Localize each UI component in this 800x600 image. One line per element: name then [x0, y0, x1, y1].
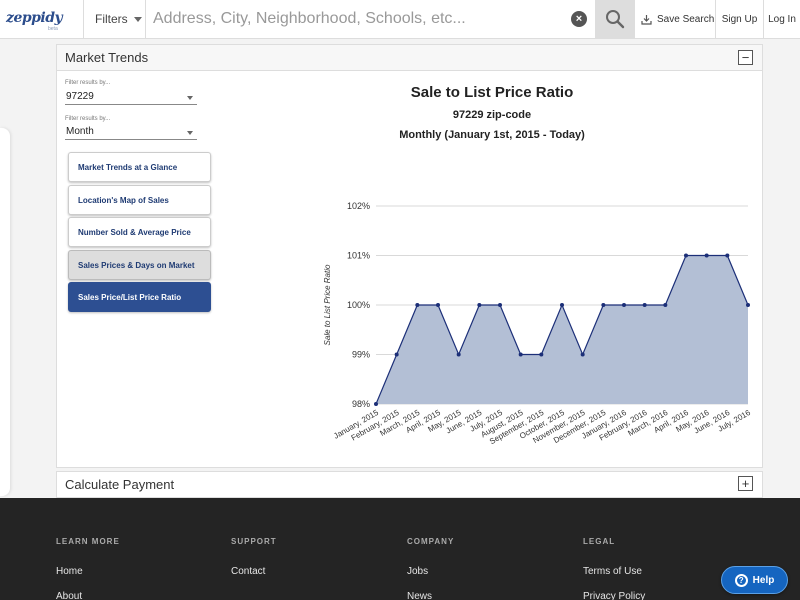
filter-period-value: Month	[66, 126, 94, 137]
footer-heading: LEARN MORE	[56, 537, 120, 546]
sign-up-button[interactable]: Sign Up	[715, 0, 763, 38]
footer-link-privacy[interactable]: Privacy Policy	[583, 591, 645, 600]
data-point	[746, 303, 750, 307]
market-trends-title: Market Trends	[65, 50, 149, 65]
data-point	[580, 352, 585, 357]
footer-link-home[interactable]: Home	[56, 566, 120, 577]
area-fill	[376, 255, 748, 404]
nav-number-sold[interactable]: Number Sold & Average Price	[68, 217, 211, 247]
price-ratio-chart: 98%99%100%101%102%January, 2015February,…	[323, 201, 752, 446]
logo-beta-tag: beta	[48, 26, 58, 32]
chart-subtitle: 97229 zip-code	[452, 109, 532, 121]
footer-link-jobs[interactable]: Jobs	[407, 566, 454, 577]
nav-sales-prices-days[interactable]: Sales Prices & Days on Market	[68, 250, 211, 280]
calculate-payment-panel[interactable]: Calculate Payment +	[56, 471, 763, 498]
market-trends-header[interactable]: Market Trends −	[57, 45, 762, 71]
save-search-label: Save Search	[657, 13, 715, 25]
log-in-button[interactable]: Log In	[763, 0, 800, 38]
data-point	[622, 303, 626, 307]
data-point	[415, 303, 420, 307]
footer-col-support: SUPPORT Contact	[231, 537, 277, 577]
data-point	[704, 253, 709, 258]
market-trends-panel: Market Trends − Filter results by... 972…	[56, 44, 763, 468]
nav-market-trends-glance[interactable]: Market Trends at a Glance	[68, 152, 211, 182]
footer-heading: COMPANY	[407, 537, 455, 546]
y-tick-label: 100%	[347, 300, 370, 310]
calculate-payment-title: Calculate Payment	[65, 477, 175, 492]
side-card-edge	[0, 128, 10, 496]
footer-link-news[interactable]: News	[407, 591, 454, 600]
filter-period-label: Filter results by...	[65, 116, 111, 122]
filters-dropdown[interactable]: Filters	[83, 0, 146, 38]
data-point	[560, 303, 564, 307]
footer-heading: LEGAL	[583, 537, 616, 546]
data-point	[725, 253, 730, 258]
y-tick-label: 101%	[347, 251, 370, 261]
nav-location-map[interactable]: Location's Map of Sales	[68, 185, 211, 215]
footer-col-legal: LEGAL Terms of Use Privacy Policy	[583, 537, 645, 600]
y-tick-label: 98%	[352, 399, 370, 409]
data-point	[684, 253, 688, 258]
expand-icon[interactable]: +	[738, 476, 753, 491]
data-point	[601, 303, 606, 307]
download-icon	[641, 14, 652, 25]
chart-title: Sale to List Price Ratio	[410, 84, 574, 101]
footer: LEARN MORE Home About SUPPORT Contact CO…	[0, 498, 800, 600]
footer-link-terms[interactable]: Terms of Use	[583, 566, 645, 577]
chevron-down-icon	[187, 96, 193, 100]
footer-col-company: COMPANY Jobs News	[407, 537, 454, 600]
question-icon: ?	[734, 573, 748, 587]
filter-zip-select[interactable]: 97229	[65, 89, 197, 105]
data-point	[642, 303, 647, 307]
data-point	[539, 352, 544, 357]
zeppidy-logo[interactable]: zeppidy	[6, 10, 63, 26]
search-icon	[605, 10, 624, 29]
data-point	[498, 303, 502, 307]
data-point	[518, 352, 523, 357]
help-button[interactable]: ? Help	[721, 566, 788, 594]
y-axis-label: Sale to List Price Ratio	[323, 264, 332, 345]
data-point	[477, 303, 482, 307]
footer-heading: SUPPORT	[231, 537, 277, 546]
data-point	[394, 352, 399, 357]
filter-period-select[interactable]: Month	[65, 124, 197, 140]
clear-search-icon[interactable]: ×	[571, 11, 587, 27]
footer-link-contact[interactable]: Contact	[231, 566, 277, 577]
search-input[interactable]	[147, 0, 594, 38]
filter-zip-value: 97229	[66, 91, 94, 102]
chevron-down-icon	[187, 131, 193, 135]
data-point	[663, 303, 668, 307]
y-tick-label: 99%	[352, 350, 370, 360]
nav-sale-list-ratio[interactable]: Sales Price/List Price Ratio	[68, 282, 211, 312]
chevron-down-icon	[133, 16, 142, 22]
save-search-button[interactable]: Save Search	[634, 0, 715, 38]
data-point	[374, 402, 378, 406]
collapse-icon[interactable]: −	[738, 50, 753, 65]
top-navigation-bar: zeppidy beta Filters × Save Search Sign …	[0, 0, 800, 39]
filters-label: Filters	[95, 12, 128, 26]
y-tick-label: 102%	[347, 201, 370, 211]
search-button[interactable]	[595, 0, 634, 38]
help-label: Help	[752, 574, 775, 586]
chart-period-subtitle: Monthly (January 1st, 2015 - Today)	[399, 129, 585, 141]
data-point	[436, 303, 440, 307]
data-point	[456, 352, 461, 357]
footer-col-learn-more: LEARN MORE Home About	[56, 537, 120, 600]
filter-zip-label: Filter results by...	[65, 80, 111, 86]
footer-link-about[interactable]: About	[56, 591, 120, 600]
